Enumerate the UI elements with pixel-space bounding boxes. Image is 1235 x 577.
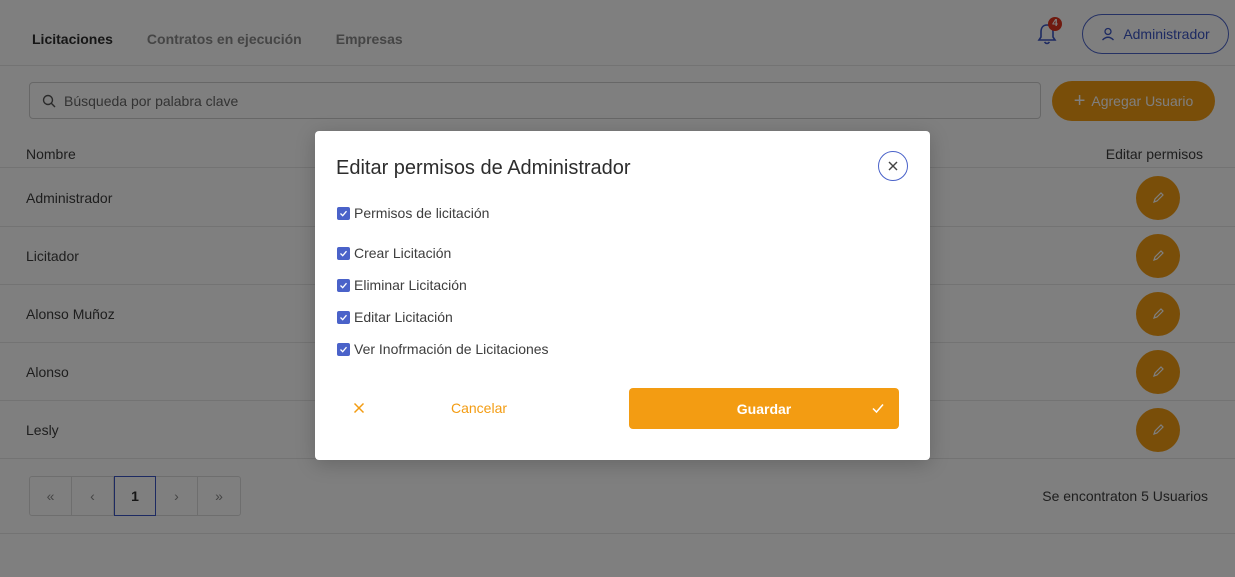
permission-checkbox-eliminar[interactable]: Eliminar Licitación xyxy=(337,277,467,293)
permission-checkbox-ver[interactable]: Ver Inofrmación de Licitaciones xyxy=(337,341,549,357)
permission-group-checkbox[interactable]: Permisos de licitación xyxy=(337,205,489,221)
check-icon xyxy=(872,404,884,414)
checkbox-checked-icon xyxy=(337,246,350,260)
permission-group-label: Permisos de licitación xyxy=(354,205,490,221)
close-icon xyxy=(888,161,898,171)
checkbox-checked-icon xyxy=(337,310,350,324)
permission-checkbox-editar[interactable]: Editar Licitación xyxy=(337,309,453,325)
checkbox-checked-icon xyxy=(337,342,350,356)
checkbox-checked-icon xyxy=(337,278,350,292)
permission-label: Editar Licitación xyxy=(354,309,453,325)
checkbox-checked-icon xyxy=(337,206,350,220)
save-button[interactable]: Guardar xyxy=(629,388,899,429)
edit-permissions-modal: Editar permisos de Administrador Permiso… xyxy=(315,131,930,460)
cancel-label: Cancelar xyxy=(451,400,508,416)
close-icon xyxy=(353,402,365,414)
close-button[interactable] xyxy=(878,151,908,181)
modal-title: Editar permisos de Administrador xyxy=(336,157,631,179)
save-label: Guardar xyxy=(736,400,792,417)
cancel-button[interactable]: Cancelar xyxy=(353,388,543,428)
permission-checkbox-crear[interactable]: Crear Licitación xyxy=(337,245,451,261)
permission-label: Ver Inofrmación de Licitaciones xyxy=(354,341,549,357)
permission-label: Eliminar Licitación xyxy=(354,277,467,293)
permission-label: Crear Licitación xyxy=(354,245,452,261)
